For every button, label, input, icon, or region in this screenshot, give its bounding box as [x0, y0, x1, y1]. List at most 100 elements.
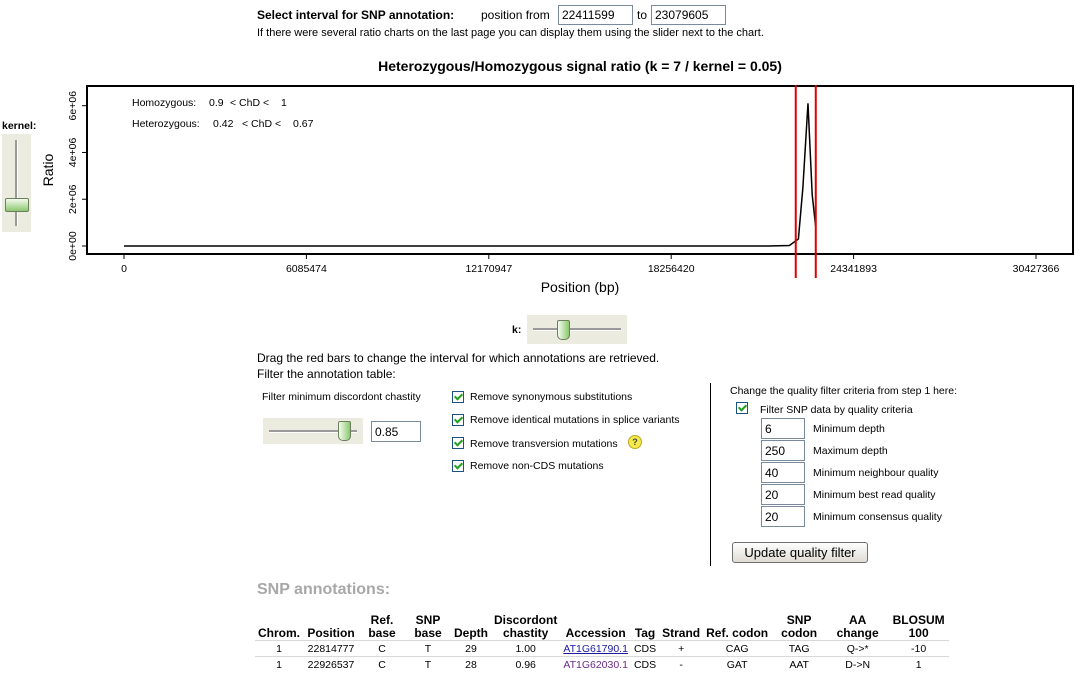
- cell-snp-base: T: [405, 656, 451, 672]
- cell-ref-codon: CAG: [703, 640, 772, 657]
- cell-blosum: 1: [888, 656, 950, 672]
- max-depth-input[interactable]: [761, 440, 805, 461]
- filter-noncds-checkbox[interactable]: [452, 460, 464, 472]
- heterozygous-range: < ChD <: [242, 118, 281, 130]
- quality-filter-checkbox[interactable]: [736, 402, 748, 414]
- position-from-input[interactable]: [558, 5, 633, 25]
- quality-panel-divider: [710, 383, 711, 566]
- cell-position: 22926537: [303, 656, 359, 672]
- x-axis-label: Position (bp): [541, 279, 620, 295]
- x-tick-label: 18256420: [648, 263, 695, 275]
- max-depth-label: Maximum depth: [813, 445, 888, 457]
- plot-frame: [86, 85, 1074, 255]
- x-tick-label: 24341893: [830, 263, 877, 275]
- cell-aa-change: Q->*: [827, 640, 889, 657]
- y-axis-label: Ratio: [40, 153, 56, 186]
- min-depth-input[interactable]: [761, 418, 805, 439]
- cell-chastity: 1.00: [491, 640, 561, 657]
- position-to-label: to: [637, 8, 648, 22]
- accession-link[interactable]: AT1G61790.1: [563, 643, 628, 655]
- column-header[interactable]: SNP base: [405, 614, 451, 641]
- x-tick-label: 30427366: [1013, 263, 1060, 275]
- chastity-input[interactable]: [371, 421, 421, 442]
- cell-depth: 28: [451, 656, 491, 672]
- column-header[interactable]: Tag: [631, 614, 659, 641]
- cell-chrom: 1: [255, 640, 303, 657]
- y-tick-label: 6e+06: [67, 91, 79, 121]
- heterozygous-high: 0.67: [293, 118, 314, 130]
- table-header-row: Chrom. Position Ref. base SNP base Depth…: [255, 614, 949, 641]
- filter-noncds-label: Remove non-CDS mutations: [470, 460, 604, 472]
- min-neighbour-quality-input[interactable]: [761, 462, 805, 483]
- column-header[interactable]: Position: [303, 614, 359, 641]
- table-row: 1 22926537 C T 28 0.96 AT1G62030.1 CDS -…: [255, 656, 950, 672]
- cell-strand: -: [659, 656, 704, 672]
- position-to-input[interactable]: [651, 5, 726, 25]
- k-slider-thumb[interactable]: [557, 320, 570, 340]
- snp-annotations-table: Chrom. Position Ref. base SNP base Depth…: [255, 614, 950, 672]
- column-header[interactable]: Chrom.: [255, 614, 303, 641]
- cell-accession: AT1G61790.1: [560, 640, 631, 657]
- k-label: k:: [512, 324, 522, 336]
- cell-chrom: 1: [255, 656, 303, 672]
- quality-heading: Change the quality filter criteria from …: [730, 385, 958, 397]
- filter-synonymous-label: Remove synonymous substitutions: [470, 391, 633, 403]
- legend-annotations: Homozygous: 0.9 < ChD < 1 Heterozygous: …: [132, 97, 314, 130]
- x-axis: 0 6085474 12170947 18256420 24341893 30427366: [121, 254, 1060, 275]
- homozygous-high: 1: [281, 97, 287, 109]
- min-consensus-quality-input[interactable]: [761, 506, 805, 527]
- chastity-slider[interactable]: [263, 418, 363, 444]
- chastity-slider-thumb[interactable]: [338, 421, 351, 441]
- accession-link[interactable]: AT1G62030.1: [563, 659, 628, 671]
- snp-annotations-title: SNP annotations:: [257, 581, 391, 598]
- cell-blosum: -10: [888, 640, 950, 657]
- chastity-label: Filter minimum discordont chastity: [262, 391, 421, 403]
- k-slider[interactable]: [527, 315, 627, 344]
- cell-tag: CDS: [630, 656, 660, 672]
- column-header[interactable]: Ref. base: [359, 614, 405, 641]
- column-header[interactable]: Discordont chastity: [491, 614, 560, 641]
- position-from-label: position from: [481, 8, 550, 22]
- column-header[interactable]: SNP codon: [771, 614, 827, 641]
- cell-strand: +: [659, 640, 704, 657]
- column-header[interactable]: Ref. codon: [703, 614, 771, 641]
- column-header[interactable]: AA change: [827, 614, 888, 641]
- filter-splice-checkbox[interactable]: [452, 414, 464, 426]
- column-header[interactable]: BLOSUM 100: [888, 614, 949, 641]
- filter-transversion-label: Remove transversion mutations: [470, 438, 618, 450]
- min-neighbour-quality-label: Minimum neighbour quality: [813, 467, 939, 479]
- k-slider-track: [533, 328, 621, 331]
- filter-synonymous-checkbox[interactable]: [452, 391, 464, 403]
- heterozygous-low: 0.42: [213, 118, 234, 130]
- x-tick-label: 12170947: [465, 263, 512, 275]
- y-tick-label: 4e+06: [67, 138, 79, 168]
- cell-position: 22814777: [303, 640, 359, 657]
- column-header[interactable]: Depth: [451, 614, 491, 641]
- cell-aa-change: D->N: [827, 656, 889, 672]
- min-best-read-quality-input[interactable]: [761, 484, 805, 505]
- cell-snp-codon: AAT: [771, 656, 828, 672]
- chart-slider-hint: If there were several ratio charts on th…: [257, 27, 764, 39]
- cell-ref-codon: GAT: [703, 656, 772, 672]
- y-axis: 0e+00 2e+06 4e+06 6e+06: [67, 91, 87, 261]
- cell-tag: CDS: [630, 640, 660, 657]
- column-header[interactable]: Strand: [659, 614, 703, 641]
- cell-chastity: 0.96: [491, 656, 561, 672]
- cell-depth: 29: [451, 640, 491, 657]
- help-icon[interactable]: ?: [628, 435, 642, 449]
- quality-filter-label: Filter SNP data by quality criteria: [760, 404, 913, 416]
- cell-snp-base: T: [405, 640, 451, 657]
- filter-transversion-checkbox[interactable]: [452, 437, 464, 449]
- cell-ref-base: C: [359, 640, 405, 657]
- ratio-chart: Heterozygous/Homozygous signal ratio (k …: [40, 58, 1074, 295]
- filter-instructions: Filter the annotation table:: [257, 367, 396, 381]
- cell-snp-codon: TAG: [771, 640, 828, 657]
- homozygous-range: < ChD <: [230, 97, 269, 109]
- column-header[interactable]: Accession: [560, 614, 631, 641]
- x-tick-label: 0: [121, 263, 127, 275]
- y-tick-label: 2e+06: [67, 184, 79, 214]
- cell-accession: AT1G62030.1: [560, 656, 631, 672]
- min-consensus-quality-label: Minimum consensus quality: [813, 511, 942, 523]
- cell-ref-base: C: [359, 656, 405, 672]
- update-quality-filter-button[interactable]: Update quality filter: [732, 542, 868, 563]
